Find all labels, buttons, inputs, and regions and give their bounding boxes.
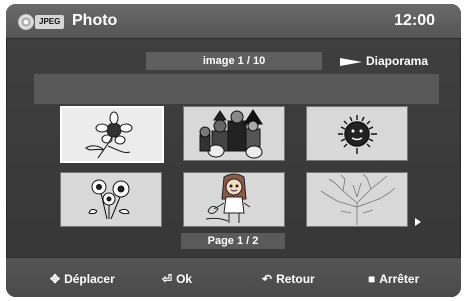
page-title: Photo [72, 12, 118, 29]
photo-browser-window: JPEG Photo 12:00 image 1 / 10 Diaporama [6, 4, 461, 297]
halloween-kids-icon [199, 109, 263, 159]
back-hint: ↶ Retour [262, 272, 315, 286]
thumbnail-5[interactable] [183, 172, 285, 227]
title-bar: JPEG Photo 12:00 [6, 4, 461, 39]
disc-icon [18, 14, 34, 30]
clock: 12:00 [394, 12, 435, 29]
next-page-arrow-icon[interactable] [415, 218, 421, 226]
ok-hint: ⏎ Ok [162, 272, 192, 286]
stop-hint: ■ Arrêter [368, 272, 419, 286]
thumbnail-1[interactable] [60, 106, 164, 163]
image-counter: image 1 / 10 [146, 52, 322, 70]
stop-label: Arrêter [379, 272, 420, 286]
ok-label: Ok [176, 272, 193, 286]
move-arrows-icon: ✥ [50, 272, 61, 286]
flower-icon [85, 111, 133, 159]
back-label: Retour [276, 272, 315, 286]
info-bar [34, 74, 439, 104]
thumbnail-3[interactable] [306, 106, 408, 161]
tree-icon [320, 173, 396, 225]
stop-square-icon: ■ [368, 272, 376, 286]
flowers-bouquet-icon [88, 179, 130, 220]
move-hint: ✥ Déplacer [50, 272, 115, 286]
page-indicator: Page 1 / 2 [181, 233, 285, 249]
jpeg-badge: JPEG [35, 15, 65, 29]
enter-icon: ⏎ [162, 272, 173, 286]
slideshow-label: Diaporama [366, 54, 429, 68]
play-icon [340, 57, 362, 66]
control-hints-bar: ✥ Déplacer ⏎ Ok ↶ Retour ■ Arrêter [6, 257, 461, 297]
thumbnail-2[interactable] [183, 106, 285, 161]
thumbnail-4[interactable] [60, 172, 162, 227]
thumbnail-6[interactable] [306, 172, 408, 227]
return-arrow-icon: ↶ [262, 272, 273, 286]
girl-icon [205, 173, 251, 223]
sun-icon [338, 115, 377, 154]
move-label: Déplacer [64, 272, 115, 286]
slideshow-button[interactable]: Diaporama [340, 52, 428, 70]
